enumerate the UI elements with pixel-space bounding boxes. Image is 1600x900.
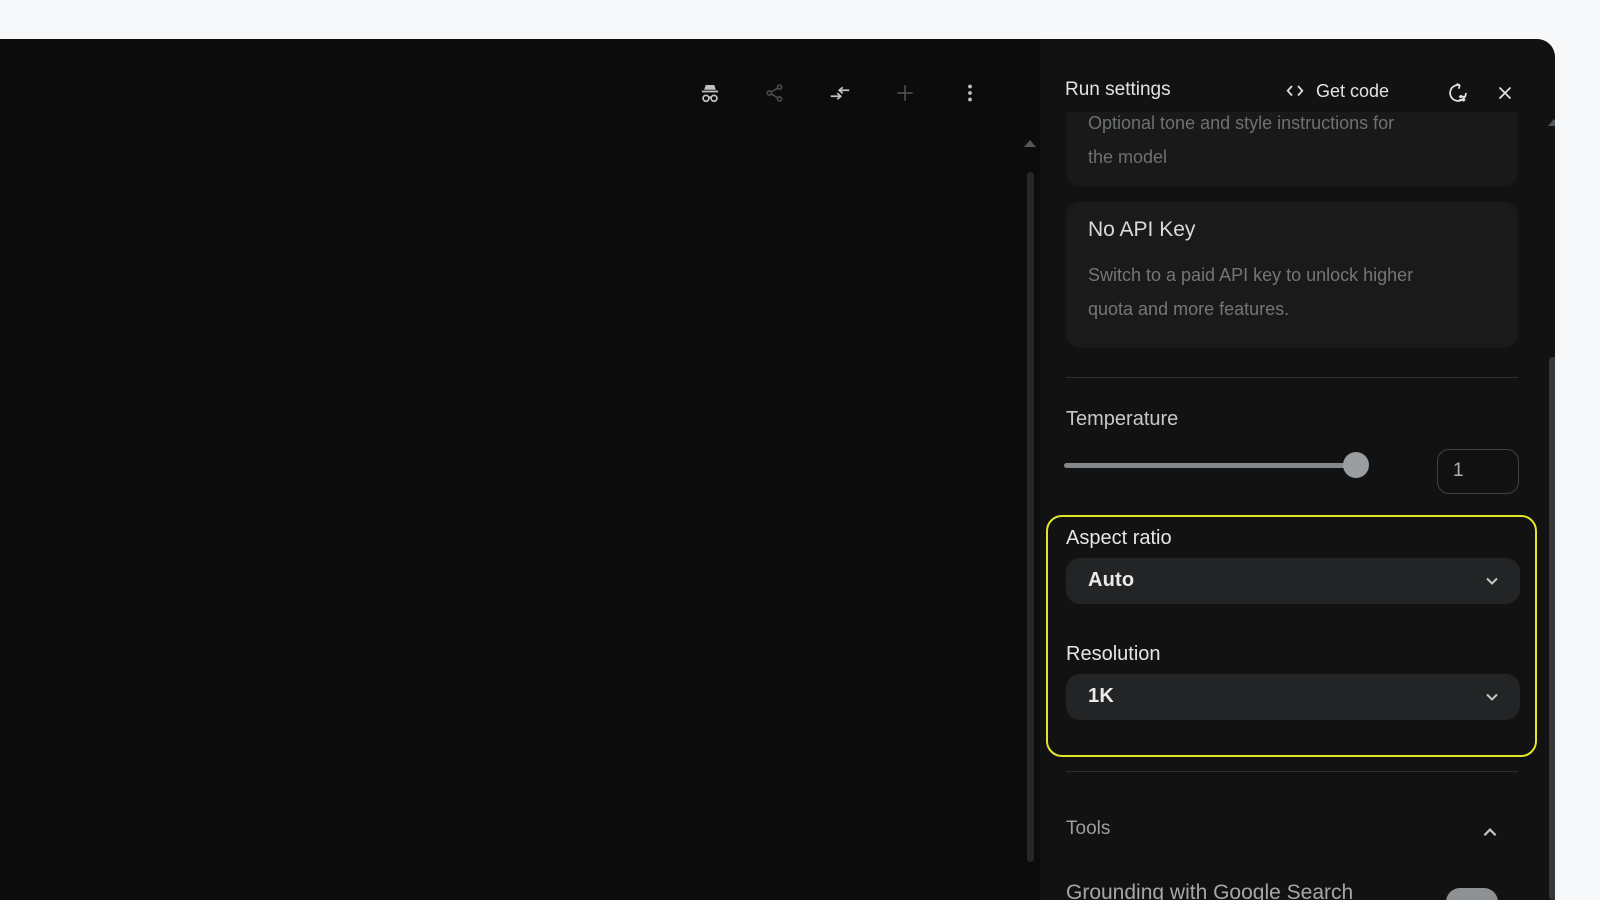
chevron-up-icon[interactable] [1477,820,1503,846]
add-icon[interactable] [885,73,925,113]
main-scrollbar[interactable] [1027,172,1034,862]
system-instructions-placeholder-line2: the model [1088,140,1440,174]
scroll-up-arrow[interactable] [1548,119,1555,126]
system-instructions-input[interactable]: Optional tone and style instructions for… [1066,112,1518,186]
divider [1066,377,1518,378]
api-key-card-title: No API Key [1088,218,1195,242]
system-instructions-placeholder-line1: Optional tone and style instructions for [1088,112,1440,140]
resolution-value: 1K [1088,685,1114,708]
api-key-card-body-line2: quota and more features. [1088,292,1483,326]
api-key-card: No API Key Switch to a paid API key to u… [1066,202,1518,348]
prompt-toolbar [690,73,990,113]
aspect-ratio-value: Auto [1088,569,1134,592]
code-icon [1283,79,1307,103]
more-vert-icon[interactable] [950,73,990,113]
scroll-up-arrow[interactable] [1024,140,1036,147]
share-icon[interactable] [755,73,795,113]
panel-scrollbar[interactable] [1549,357,1555,900]
grounding-toggle[interactable] [1446,888,1498,900]
aspect-ratio-label: Aspect ratio [1066,527,1172,550]
aspect-ratio-dropdown[interactable]: Auto [1066,558,1520,604]
highlight-outline [1046,515,1537,757]
chevron-down-icon [1484,573,1500,589]
temperature-slider[interactable] [1064,452,1374,478]
temperature-label: Temperature [1066,408,1178,431]
close-icon[interactable] [1490,78,1520,108]
resolution-label: Resolution [1066,643,1161,666]
temperature-slider-thumb[interactable] [1343,452,1369,478]
compare-icon[interactable] [820,73,860,113]
tools-section-label: Tools [1066,818,1110,840]
prompt-area [0,39,1040,900]
get-code-button[interactable]: Get code [1283,77,1389,105]
api-key-card-body-line1: Switch to a paid API key to unlock highe… [1088,258,1483,292]
temperature-slider-track[interactable] [1064,463,1357,468]
chevron-down-icon [1484,689,1500,705]
app-root: Run settings Get code [0,0,1600,900]
app-window: Run settings Get code [0,39,1555,900]
run-settings-panel: Run settings Get code [1040,39,1555,900]
divider [1066,771,1518,772]
resolution-dropdown[interactable]: 1K [1066,674,1520,720]
temperature-value-input[interactable]: 1 [1437,449,1519,494]
panel-title: Run settings [1065,79,1171,101]
grounding-google-search-label: Grounding with Google Search [1066,881,1353,900]
temperature-value: 1 [1453,460,1518,482]
incognito-icon[interactable] [690,73,730,113]
reset-settings-icon[interactable] [1443,78,1473,108]
get-code-label: Get code [1316,81,1389,102]
